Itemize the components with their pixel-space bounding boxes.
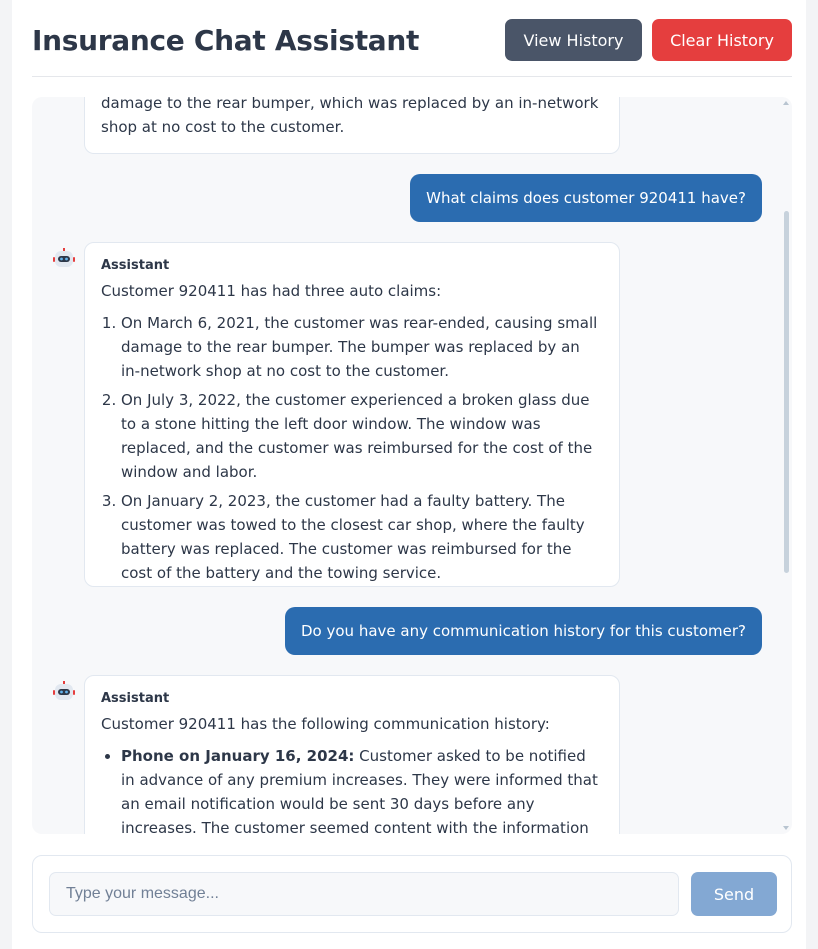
page-title: Insurance Chat Assistant [32, 24, 420, 57]
scrollbar-thumb[interactable] [784, 211, 789, 573]
communication-list: Phone on January 16, 2024: Customer aske… [101, 744, 603, 834]
list-item: On March 6, 2021, the customer was rear-… [121, 311, 603, 383]
claims-list: On March 6, 2021, the customer was rear-… [101, 311, 603, 585]
item-label: Phone on January 16, 2024: [121, 747, 355, 765]
assistant-message-partial: damage to the rear bumper, which was rep… [84, 97, 620, 154]
message-text: damage to the rear bumper, which was rep… [101, 97, 599, 136]
list-item: Phone on January 16, 2024: Customer aske… [121, 744, 603, 834]
view-history-button[interactable]: View History [505, 19, 642, 61]
scroll-up-arrow-icon[interactable] [783, 101, 789, 105]
robot-icon [53, 681, 75, 703]
app-frame: Insurance Chat Assistant View History Cl… [12, 0, 806, 949]
sender-name: Assistant [101, 258, 170, 273]
clear-history-button[interactable]: Clear History [652, 19, 792, 61]
message-input[interactable]: Type your message... [49, 872, 679, 916]
assistant-message: Assistant Customer 920411 has the follow… [84, 675, 620, 834]
user-message: Do you have any communication history fo… [285, 607, 762, 655]
assistant-message: Assistant Customer 920411 has had three … [84, 242, 620, 587]
message-intro: Customer 920411 has had three auto claim… [101, 282, 442, 300]
sender-name: Assistant [101, 691, 170, 706]
list-item: On July 3, 2022, the customer experience… [121, 388, 603, 484]
message-composer: Type your message... Send [32, 855, 792, 933]
message-intro: Customer 920411 has the following commun… [101, 715, 550, 733]
list-item: On January 2, 2023, the customer had a f… [121, 489, 603, 585]
robot-icon [53, 248, 75, 270]
header: Insurance Chat Assistant View History Cl… [32, 0, 792, 77]
chat-window[interactable]: damage to the rear bumper, which was rep… [32, 97, 792, 834]
user-message: What claims does customer 920411 have? [410, 174, 762, 222]
scroll-down-arrow-icon[interactable] [783, 826, 789, 830]
send-button[interactable]: Send [691, 872, 777, 916]
